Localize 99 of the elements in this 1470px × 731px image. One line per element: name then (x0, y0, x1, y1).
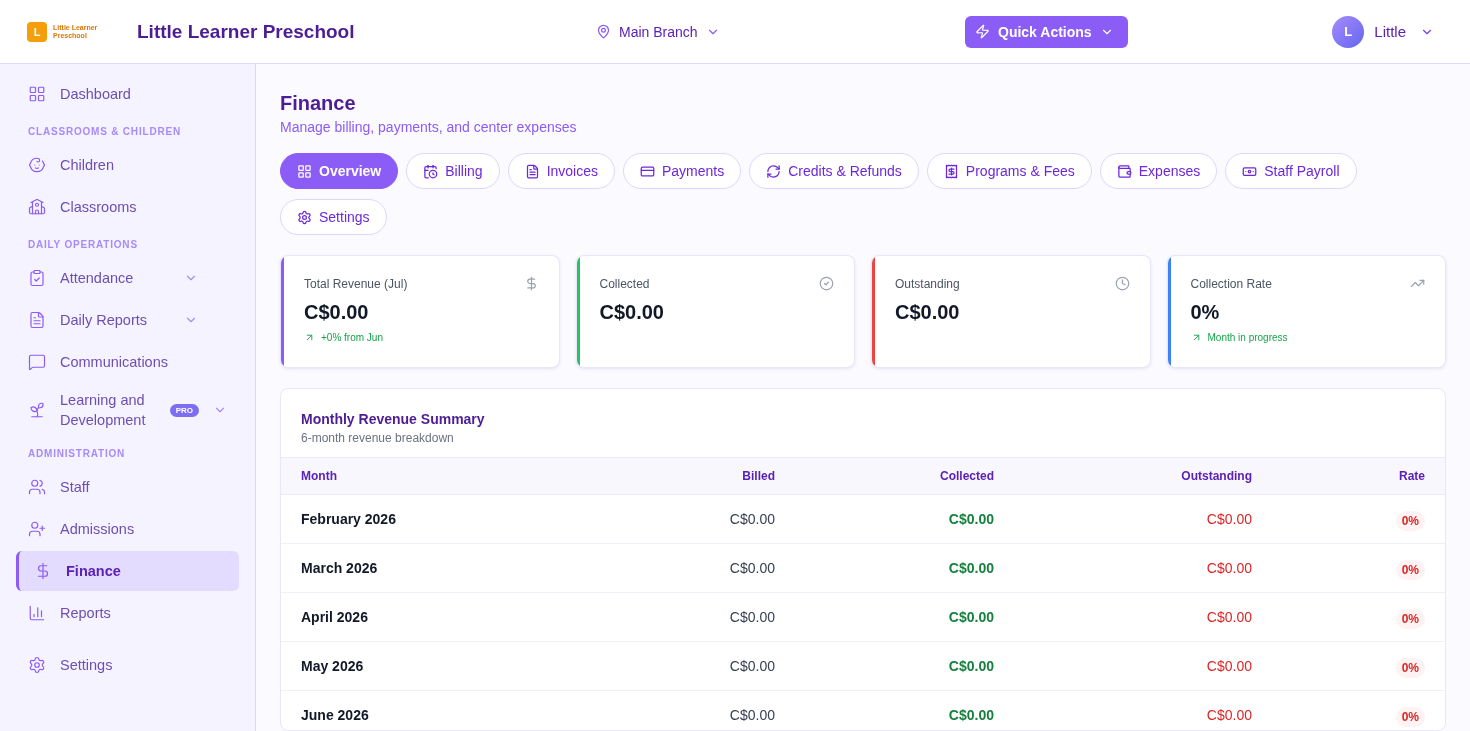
nav-item[interactable]: Children (16, 145, 239, 185)
stat-value: C$0.00 (599, 301, 665, 324)
nav-item[interactable]: Dashboard (16, 74, 239, 114)
nav-item[interactable]: Settings (16, 645, 239, 685)
table-cell-text: C$0.00 (728, 511, 775, 527)
table-cell-text: C$0.00 (728, 658, 775, 674)
tab[interactable]: Settings (280, 199, 387, 235)
table-cell-text: C$0.00 (1205, 658, 1252, 674)
column-header: Rate (1398, 469, 1425, 483)
rate-badge: 0% (1395, 511, 1425, 531)
table-cell-text: C$0.00 (1205, 609, 1252, 625)
nav-item[interactable]: Staff (16, 467, 239, 507)
table-cell-text: June 2026 (301, 707, 370, 723)
quick-actions-button[interactable]: Quick Actions (965, 15, 1128, 48)
school-building-icon (28, 198, 46, 216)
stat-label: Outstanding (895, 276, 960, 291)
table-cell-text: C$0.00 (947, 560, 994, 576)
document-icon (28, 311, 46, 329)
table-cell-text: C$0.00 (1205, 707, 1252, 723)
bar-chart-icon (28, 604, 46, 622)
tab[interactable]: Expenses (1099, 153, 1218, 189)
rate-badge: 0% (1395, 658, 1425, 678)
section-heading: ADMINISTRATION (27, 448, 127, 461)
rate-badge: 0% (1395, 609, 1425, 629)
nav-item[interactable]: Reports (16, 593, 239, 633)
clock-icon (1114, 276, 1130, 291)
tab[interactable]: Credits & Refunds (749, 153, 919, 189)
table-cell-text: C$0.00 (728, 609, 775, 625)
arrow-up-right-icon (304, 332, 315, 343)
branch-selector[interactable]: Main Branch (592, 19, 724, 44)
nav-item[interactable]: Attendance (16, 258, 239, 298)
page-subtitle: Manage billing, payments, and center expenses (280, 119, 578, 135)
panel-subtitle: 6-month revenue breakdown (301, 431, 455, 445)
map-pin-icon (596, 24, 611, 39)
settings-icon (28, 656, 46, 674)
nav-item[interactable]: Daily Reports (16, 300, 239, 340)
stat-label: Collected (599, 276, 650, 291)
stat-label: Collection Rate (1190, 276, 1272, 291)
nav-item[interactable]: Learning and Development PRO (16, 384, 239, 436)
tab[interactable]: Staff Payroll (1225, 153, 1357, 189)
clipboard-check-icon (28, 269, 46, 287)
stat-label: Total Revenue (Jul) (304, 276, 408, 291)
settings-icon (297, 209, 312, 225)
user-plus-icon (28, 520, 46, 538)
baby-face-icon (28, 156, 46, 174)
column-header: Billed (741, 469, 775, 483)
lightning-icon (975, 24, 990, 39)
section-heading: CLASSROOMS & CHILDREN (27, 126, 182, 139)
tab[interactable]: Billing (406, 153, 500, 189)
table-cell-text: C$0.00 (1205, 560, 1252, 576)
table-cell-text: May 2026 (301, 658, 365, 674)
table-cell-text: C$0.00 (947, 609, 994, 625)
column-header: Month (301, 469, 338, 483)
school-name: Little Learner Preschool (137, 20, 355, 43)
logo-mark: L (27, 21, 47, 42)
chat-bubble-icon (28, 353, 46, 371)
nav-item[interactable]: Classrooms (16, 187, 239, 227)
wallet-icon (1116, 163, 1132, 179)
check-circle-icon (819, 276, 834, 291)
tab[interactable]: Overview (280, 153, 399, 189)
stat-value: 0% (1190, 301, 1221, 324)
calendar-clock-icon (423, 163, 439, 179)
tab[interactable]: Programs & Fees (926, 153, 1092, 189)
table-cell-text: C$0.00 (728, 560, 775, 576)
page-title: Finance (280, 92, 357, 115)
stat-value: C$0.00 (895, 301, 961, 324)
pro-badge: PRO (169, 403, 199, 417)
refresh-icon (766, 163, 782, 179)
stat-value: C$0.00 (304, 301, 370, 324)
section-heading: DAILY OPERATIONS (27, 239, 139, 252)
panel-title: Monthly Revenue Summary (301, 411, 486, 427)
column-header: Collected (939, 469, 994, 483)
table-cell-text: April 2026 (301, 609, 369, 625)
nav-item[interactable]: Communications (16, 342, 239, 382)
sprout-icon (28, 401, 46, 419)
table-cell-text: C$0.00 (947, 707, 994, 723)
column-header: Outstanding (1180, 469, 1252, 483)
table-cell-text: C$0.00 (947, 511, 994, 527)
rate-badge: 0% (1395, 560, 1425, 580)
users-icon (28, 478, 46, 496)
table-cell-text: C$0.00 (947, 658, 994, 674)
grid-icon (297, 163, 312, 179)
user-menu[interactable]: L Little (1332, 15, 1434, 48)
credit-card-icon (640, 163, 655, 179)
trend-text: Month in progress (1207, 332, 1288, 343)
grid-icon (28, 85, 46, 103)
tab[interactable]: Invoices (507, 153, 615, 189)
rate-badge: 0% (1395, 707, 1425, 727)
document-icon (524, 163, 540, 179)
nav-item[interactable]: Admissions (16, 509, 239, 549)
table-cell-text: C$0.00 (1205, 511, 1252, 527)
tab[interactable]: Payments (623, 153, 742, 189)
nav-item[interactable]: Finance (16, 551, 239, 591)
trend-text: +0% from Jun (321, 332, 383, 343)
table-cell-text: March 2026 (301, 560, 379, 576)
table-cell-text: C$0.00 (728, 707, 775, 723)
user-avatar: L (1332, 15, 1365, 48)
table-cell-text: February 2026 (301, 511, 397, 527)
receipt-icon (943, 163, 959, 179)
